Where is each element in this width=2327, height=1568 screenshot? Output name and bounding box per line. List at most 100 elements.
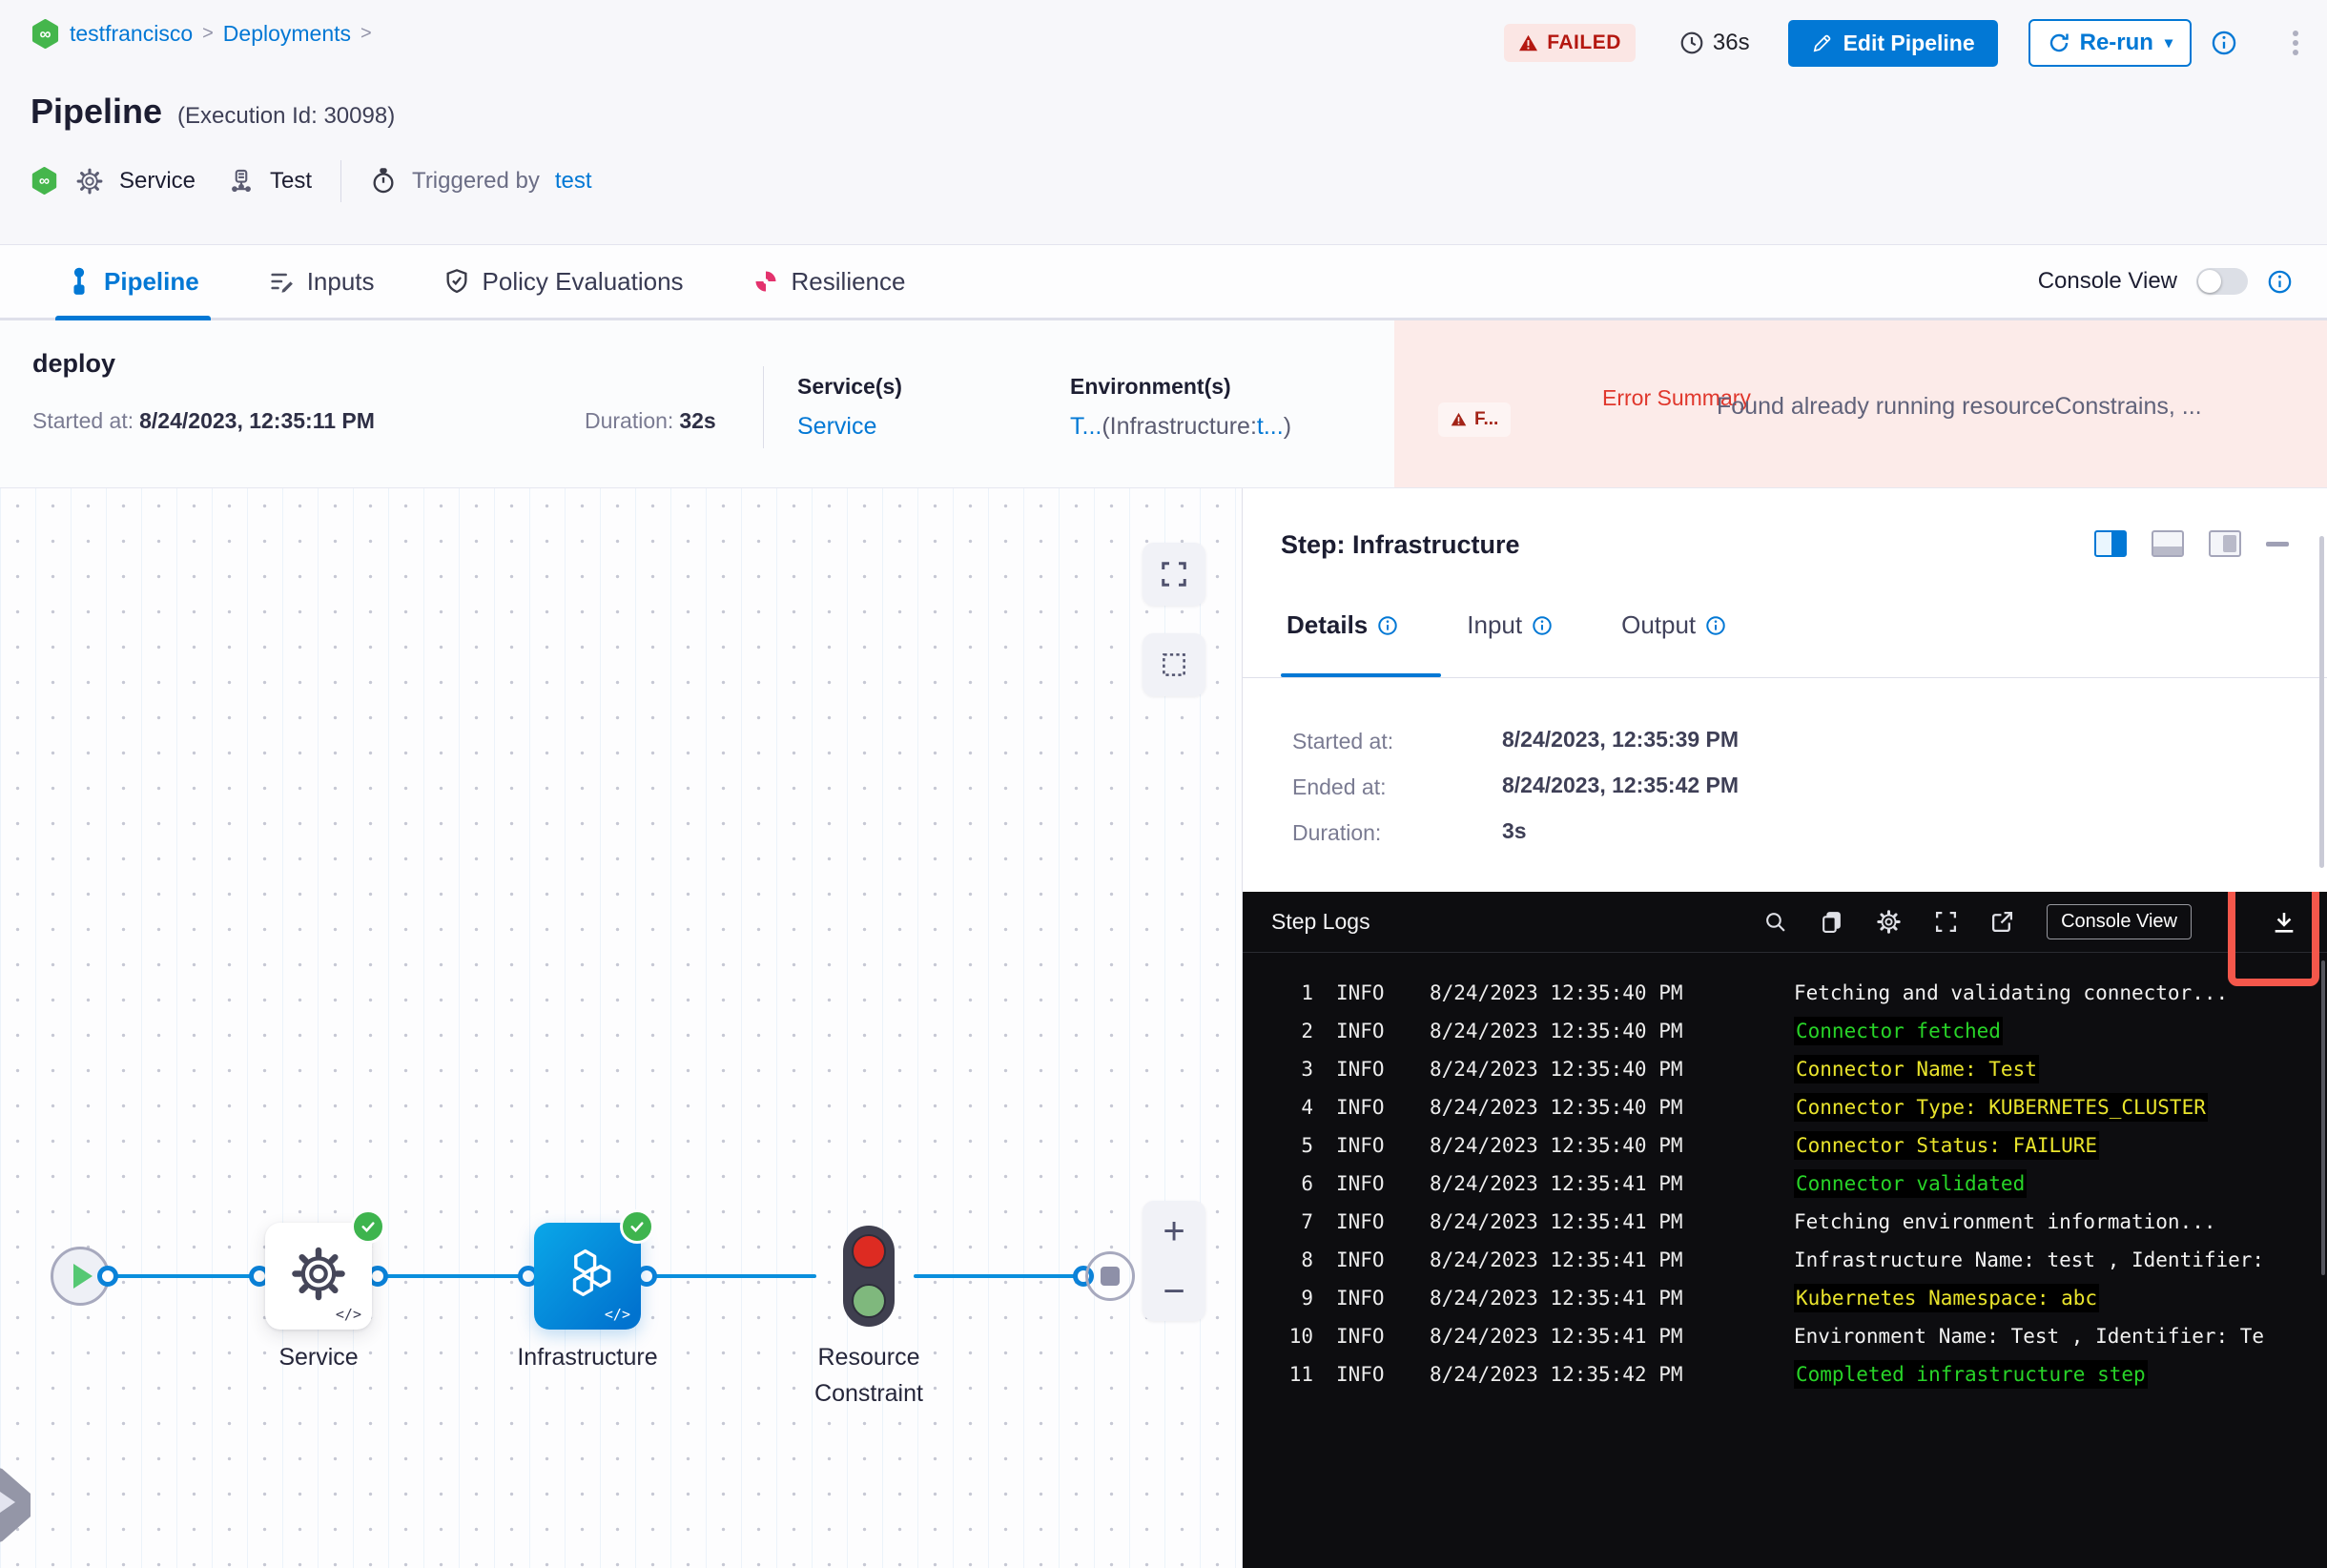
environments-value[interactable]: T...(Infrastructure:t...) bbox=[1070, 413, 1291, 441]
tab-output[interactable]: Output bbox=[1621, 610, 1726, 640]
layout-minimized-view-icon[interactable] bbox=[2209, 530, 2241, 557]
end-node[interactable] bbox=[1085, 1251, 1135, 1301]
edit-pipeline-button[interactable]: Edit Pipeline bbox=[1787, 19, 1998, 67]
detail-label: Started at: bbox=[1292, 729, 1394, 753]
node-label: Service bbox=[278, 1344, 359, 1371]
warning-icon bbox=[1451, 412, 1467, 426]
tab-policy-evaluations[interactable]: Policy Evaluations bbox=[443, 245, 684, 318]
breadcrumb-project[interactable]: testfrancisco bbox=[70, 21, 193, 47]
breadcrumb-separator: > bbox=[360, 23, 372, 44]
detail-value: 3s bbox=[1502, 818, 1527, 843]
console-view-toggle[interactable] bbox=[2196, 268, 2248, 295]
log-line: 6 INFO 8/24/2023 12:35:41 PM Connector vali… bbox=[1243, 1165, 2327, 1203]
log-line: 10 INFO 8/24/2023 12:35:41 PM Environment N… bbox=[1288, 1325, 2265, 1348]
log-line: 3 INFO 8/24/2023 12:35:40 PM Connector Name… bbox=[1243, 1050, 2327, 1088]
environment-name[interactable]: Test bbox=[270, 168, 312, 195]
node-label: Infrastructure bbox=[517, 1344, 658, 1371]
open-external-icon[interactable] bbox=[1990, 910, 2014, 934]
info-icon bbox=[1706, 615, 1725, 635]
triggered-by-value[interactable]: test bbox=[555, 168, 592, 195]
edge-connector bbox=[108, 1274, 259, 1278]
log-line: 1 INFO 8/24/2023 12:35:40 PM Fetching and v… bbox=[1301, 981, 2229, 1004]
more-options-icon[interactable] bbox=[2293, 31, 2298, 55]
stop-icon bbox=[1101, 1267, 1120, 1286]
divider bbox=[763, 366, 764, 448]
divider bbox=[340, 160, 342, 202]
log-line: 5 INFO 8/24/2023 12:35:40 PM Connector Stat… bbox=[1243, 1126, 2327, 1165]
detail-label: Duration: bbox=[1292, 820, 1382, 845]
fullscreen-icon[interactable] bbox=[1934, 910, 1958, 934]
node-service[interactable]: </> bbox=[265, 1209, 385, 1330]
stage-duration: Duration: 32s bbox=[585, 408, 716, 433]
zoom-in-button[interactable]: + bbox=[1163, 1212, 1184, 1250]
edge-connector bbox=[378, 1274, 528, 1278]
fit-to-screen-button[interactable] bbox=[1143, 543, 1205, 606]
step-title: Step: Infrastructure bbox=[1281, 530, 1520, 559]
download-logs-button[interactable] bbox=[2251, 892, 2317, 953]
hexagons-icon bbox=[557, 1246, 618, 1303]
scrollbar[interactable] bbox=[2321, 960, 2325, 1275]
marquee-select-button[interactable] bbox=[1143, 633, 1205, 696]
harness-logo-icon: ∞ bbox=[31, 19, 60, 49]
step-logs-console: Step Logs Console View 1 INFO 8/24/2023 … bbox=[1243, 892, 2327, 1568]
service-name[interactable]: Service bbox=[119, 168, 196, 195]
step-details-panel: Step: Infrastructure Details Input Outpu… bbox=[1242, 488, 2327, 1568]
layout-bottom-view-icon[interactable] bbox=[2152, 530, 2184, 557]
tab-inputs[interactable]: Inputs bbox=[268, 245, 375, 318]
gear-icon bbox=[289, 1245, 348, 1304]
node-resource-constraint[interactable] bbox=[843, 1226, 895, 1327]
breadcrumb-deployments[interactable]: Deployments bbox=[223, 21, 351, 47]
node-infrastructure[interactable]: </> bbox=[534, 1209, 654, 1330]
info-icon[interactable] bbox=[2211, 30, 2237, 56]
stage-started-at: Started at: 8/24/2023, 12:35:11 PM bbox=[32, 408, 375, 433]
layout-right-view-icon[interactable] bbox=[2094, 530, 2127, 557]
page-header: ∞ testfrancisco > Deployments > Pipeline… bbox=[0, 0, 2327, 244]
inputs-icon bbox=[271, 273, 293, 293]
step-logs-header: Step Logs Console View bbox=[1243, 892, 2327, 986]
expand-panel-handle[interactable] bbox=[0, 1457, 31, 1553]
breadcrumb-separator: > bbox=[202, 23, 214, 44]
node-label: Resource Constraint bbox=[814, 1344, 923, 1407]
traffic-red-light bbox=[852, 1234, 886, 1269]
services-value[interactable]: Service bbox=[797, 413, 902, 441]
play-icon bbox=[73, 1264, 93, 1289]
pipeline-graph-canvas[interactable]: </> </> Service Infrastructure Resource … bbox=[0, 488, 1242, 1568]
svg-text:∞: ∞ bbox=[40, 25, 51, 43]
stage-summary-bar: deploy Started at: 8/24/2023, 12:35:11 PM… bbox=[0, 320, 2327, 488]
environment-icon bbox=[228, 168, 255, 195]
scrollbar[interactable] bbox=[2319, 536, 2324, 868]
rerun-button[interactable]: Re-run ▾ bbox=[2028, 19, 2192, 67]
stage-name[interactable]: deploy bbox=[32, 349, 115, 379]
info-icon bbox=[1378, 615, 1397, 635]
divider bbox=[1243, 677, 2327, 678]
zoom-controls: + − bbox=[1143, 1201, 1205, 1321]
error-summary-text: Found already running resourceConstrains… bbox=[1717, 393, 2202, 420]
harness-logo-icon: ∞ bbox=[31, 166, 60, 196]
console-view-button[interactable]: Console View bbox=[2047, 904, 2192, 939]
expand-arrow-icon bbox=[0, 1492, 15, 1513]
detail-value: 8/24/2023, 12:35:39 PM bbox=[1502, 727, 1740, 752]
error-zone: F... Error Summary Found already running… bbox=[1394, 320, 2327, 487]
tab-details[interactable]: Details bbox=[1287, 610, 1398, 640]
copy-icon[interactable] bbox=[1820, 910, 1843, 934]
tab-input[interactable]: Input bbox=[1467, 610, 1553, 640]
edge-port bbox=[97, 1266, 118, 1287]
info-icon bbox=[1533, 615, 1552, 635]
info-icon[interactable] bbox=[2267, 269, 2293, 295]
tab-resilience[interactable]: Resilience bbox=[752, 245, 905, 318]
triggered-by-label: Triggered by bbox=[412, 168, 540, 194]
minimize-panel-icon[interactable] bbox=[2266, 541, 2289, 547]
step-logs-title: Step Logs bbox=[1271, 909, 1370, 934]
svg-text:∞: ∞ bbox=[39, 173, 50, 189]
environments-column: Environment(s) T...(Infrastructure:t...) bbox=[1070, 374, 1291, 441]
log-line: 8 INFO 8/24/2023 12:35:41 PM Infrastructure… bbox=[1301, 1248, 2265, 1271]
log-settings-gear-icon[interactable] bbox=[1876, 909, 1902, 935]
search-icon[interactable] bbox=[1763, 910, 1787, 934]
download-icon bbox=[2275, 912, 2294, 933]
zoom-out-button[interactable]: − bbox=[1163, 1272, 1184, 1310]
stopwatch-icon bbox=[370, 168, 397, 195]
edge-connector bbox=[647, 1274, 816, 1278]
success-check-icon bbox=[351, 1209, 385, 1244]
execution-id: (Execution Id: 30098) bbox=[177, 103, 396, 129]
tab-pipeline[interactable]: Pipeline bbox=[55, 245, 211, 320]
